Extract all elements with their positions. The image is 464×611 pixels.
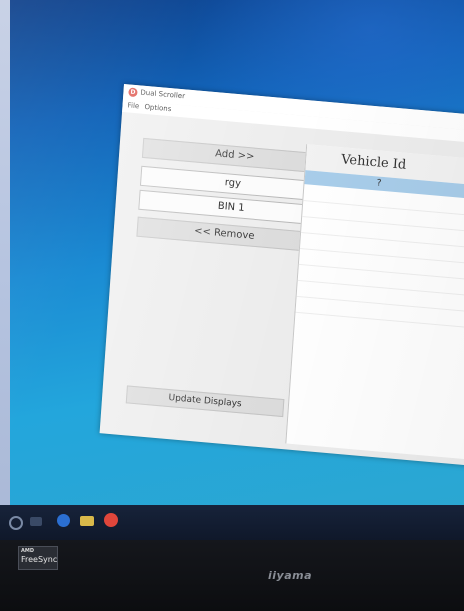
freesync-badge-label: FreeSync [21, 555, 58, 564]
list-grid-line [299, 247, 464, 269]
update-displays-button[interactable]: Update Displays [125, 385, 285, 418]
monitor-brand-logo: iiyama [268, 569, 313, 582]
window-title: Dual Scroller [140, 88, 186, 101]
edge-icon[interactable] [57, 514, 70, 527]
monitor-bezel [0, 540, 464, 611]
list-item-value: ? [376, 178, 382, 189]
menu-file[interactable]: File [127, 101, 139, 110]
list-grid-line [303, 200, 464, 221]
left-bezel-strip [0, 0, 10, 540]
file-explorer-icon[interactable] [80, 516, 94, 526]
list-grid-line [301, 231, 464, 253]
list-header-label: Vehicle Id [340, 152, 407, 173]
dual-scroller-window[interactable]: D Dual Scroller File Options Add >> rgy … [99, 84, 464, 469]
list-grid-line [297, 279, 464, 301]
menu-options[interactable]: Options [144, 103, 171, 113]
windows-start-icon[interactable] [9, 516, 23, 530]
vehicle-id-list[interactable]: Vehicle Id ? [285, 144, 464, 463]
photo-scene: D Dual Scroller File Options Add >> rgy … [0, 0, 464, 611]
app-d-icon: D [128, 87, 138, 98]
freesync-badge: AMD FreeSync [18, 546, 58, 570]
list-grid-line [302, 216, 464, 237]
list-grid-line [295, 311, 464, 332]
dual-scroller-taskbar-icon[interactable] [104, 513, 118, 527]
list-grid-line [296, 295, 464, 316]
list-grid-line [298, 263, 464, 285]
task-view-icon[interactable] [30, 517, 42, 526]
freesync-badge-brand: AMD [21, 548, 34, 554]
